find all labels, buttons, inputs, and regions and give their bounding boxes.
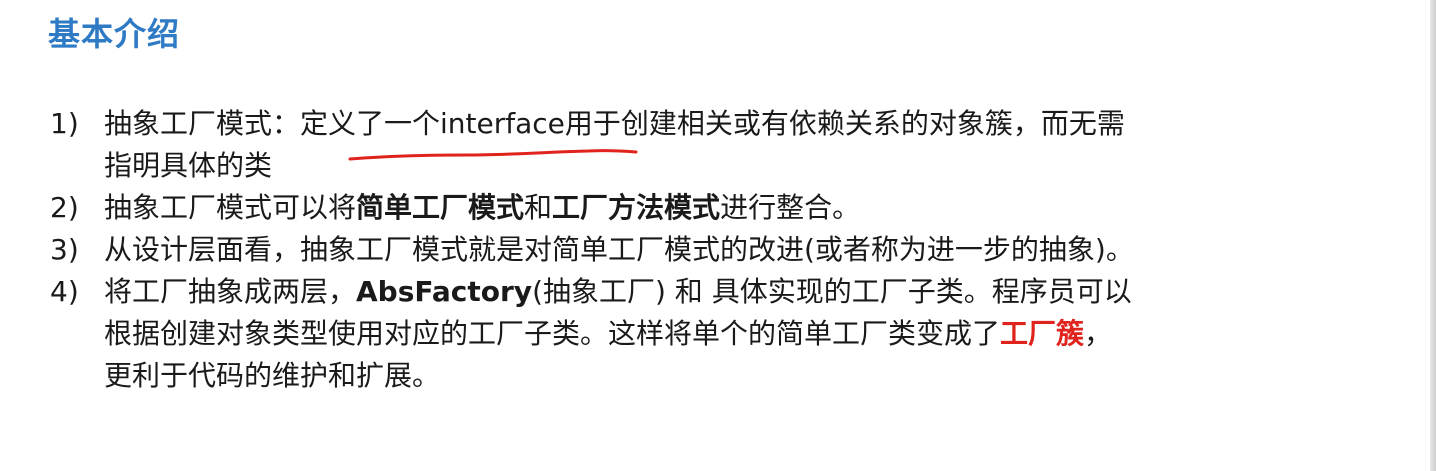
item-number: 2) (50, 191, 79, 224)
emphasis-text: 简单工厂模式 (356, 191, 525, 224)
item-text: 和 (524, 191, 553, 224)
item-text-line: 抽象工厂模式可以将简单工厂模式和工厂方法模式进行整合。 (104, 187, 1430, 229)
item-text: 进行整合。 (720, 191, 861, 224)
item-text-line: 指明具体的类 (104, 149, 273, 182)
list-item-1: 1) 抽象工厂模式：定义了一个interface用于创建相关或有依赖关系的对象簇… (50, 103, 1430, 187)
emphasis-text: 工厂方法模式 (552, 191, 721, 224)
item-text: ， (1084, 317, 1113, 350)
item-text: 抽象工厂模式可以将 (104, 191, 357, 224)
item-text-line: 从设计层面看，抽象工厂模式就是对简单工厂模式的改进(或者称为进一步的抽象)。 (104, 233, 1134, 266)
item-number: 3) (50, 233, 79, 266)
item-text: 根据创建对象类型使用对应的工厂子类。这样将单个的简单工厂类变成了 (104, 317, 1001, 350)
window-edge (1430, 0, 1436, 471)
list-item-4: 4) 将工厂抽象成两层，AbsFactory(抽象工厂) 和 具体实现的工厂子类… (50, 271, 1430, 397)
item-text: 将工厂抽象成两层， (104, 275, 357, 308)
item-text-line: 抽象工厂模式：定义了一个interface用于创建相关或有依赖关系的对象簇，而无… (104, 107, 1125, 140)
item-text: (抽象工厂) 和 具体实现的工厂子类。程序员可以 (532, 275, 1132, 308)
list-item-2: 2) 抽象工厂模式可以将简单工厂模式和工厂方法模式进行整合。 (50, 187, 1430, 229)
item-list: 1) 抽象工厂模式：定义了一个interface用于创建相关或有依赖关系的对象簇… (50, 103, 1430, 397)
slide-title: 基本介绍 (48, 15, 181, 53)
item-number: 4) (50, 275, 79, 308)
item-text-line: 将工厂抽象成两层，AbsFactory(抽象工厂) 和 具体实现的工厂子类。程序… (104, 271, 1430, 313)
highlight-text: 工厂簇 (1000, 317, 1085, 350)
item-text-line: 更利于代码的维护和扩展。 (104, 359, 441, 392)
emphasis-text: AbsFactory (356, 275, 533, 308)
item-text-line: 根据创建对象类型使用对应的工厂子类。这样将单个的简单工厂类变成了工厂簇， (104, 313, 1430, 355)
list-item-3: 3) 从设计层面看，抽象工厂模式就是对简单工厂模式的改进(或者称为进一步的抽象)… (50, 229, 1430, 271)
item-number: 1) (50, 107, 79, 140)
red-underline-annotation (348, 149, 638, 161)
